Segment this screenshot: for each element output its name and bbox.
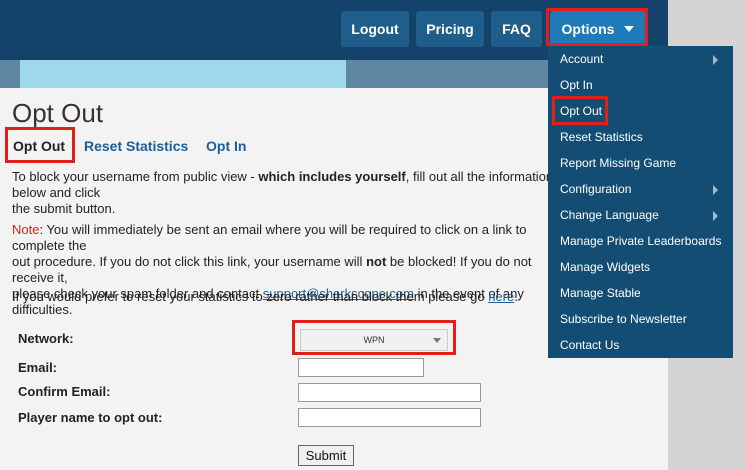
faq-button[interactable]: FAQ [491,11,542,47]
chevron-right-icon [713,185,718,195]
options-button[interactable]: Options [550,11,646,47]
menu-item-label: Configuration [560,182,632,196]
reset-paragraph: If you would prefer to reset your statis… [12,289,518,304]
menu-item-report-missing-game[interactable]: Report Missing Game [560,156,676,170]
pricing-button[interactable]: Pricing [416,11,484,47]
tab-reset-statistics[interactable]: Reset Statistics [84,138,188,154]
logout-button[interactable]: Logout [341,11,409,47]
tab-opt-in[interactable]: Opt In [206,138,246,154]
submit-button[interactable]: Submit [298,445,354,466]
page-title: Opt Out [12,98,104,128]
dropdown-arrow-icon [433,338,441,343]
email-input[interactable] [298,358,424,377]
menu-item-manage-private-leaderboards[interactable]: Manage Private Leaderboards [560,234,721,248]
options-button-label: Options [561,21,615,37]
email-label: Email: [18,360,58,375]
menu-item-manage-widgets[interactable]: Manage Widgets [560,260,650,274]
menu-item-subscribe-to-newsletter[interactable]: Subscribe to Newsletter [560,312,687,326]
banner-strip [20,60,346,88]
network-label: Network: [18,331,74,346]
tab-opt-out[interactable]: Opt Out [13,138,65,154]
options-dropdown-menu: Account Opt In Opt Out Reset Statistics Repo… [548,46,733,358]
menu-item-reset-statistics[interactable]: Reset Statistics [560,130,643,144]
menu-item-label: Reset Statistics [560,130,643,144]
menu-item-label: Report Missing Game [560,156,677,170]
menu-item-label: Change Language [560,208,659,222]
player-name-input[interactable] [298,408,481,427]
menu-item-change-language[interactable]: Change Language [560,208,718,222]
menu-item-configuration[interactable]: Configuration [560,182,718,196]
chevron-right-icon [713,211,718,221]
menu-item-label: Manage Stable [560,286,641,300]
menu-item-label: Manage Widgets [560,260,651,274]
menu-item-opt-in[interactable]: Opt In [560,78,593,92]
caret-down-icon [624,26,635,32]
network-select[interactable]: WPN [300,329,448,351]
menu-item-label: Manage Private Leaderboards [560,234,722,248]
confirm-email-input[interactable] [298,383,481,402]
reset-here-link[interactable]: here [488,289,514,304]
menu-item-opt-out[interactable]: Opt Out [560,104,602,118]
menu-item-label: Account [560,52,604,66]
menu-item-account[interactable]: Account [560,52,718,66]
note-label: Note [12,222,40,237]
instructions-paragraph: To block your username from public view … [12,169,554,216]
menu-item-manage-stable[interactable]: Manage Stable [560,286,641,300]
network-select-value: WPN [363,335,385,345]
menu-item-contact-us[interactable]: Contact Us [560,338,619,352]
chevron-right-icon [713,55,718,65]
menu-item-label: Opt Out [560,104,603,118]
menu-item-label: Subscribe to Newsletter [560,312,687,326]
confirm-email-label: Confirm Email: [18,384,111,399]
menu-item-label: Opt In [560,78,593,92]
player-name-label: Player name to opt out: [18,410,163,425]
menu-item-label: Contact Us [560,338,620,352]
